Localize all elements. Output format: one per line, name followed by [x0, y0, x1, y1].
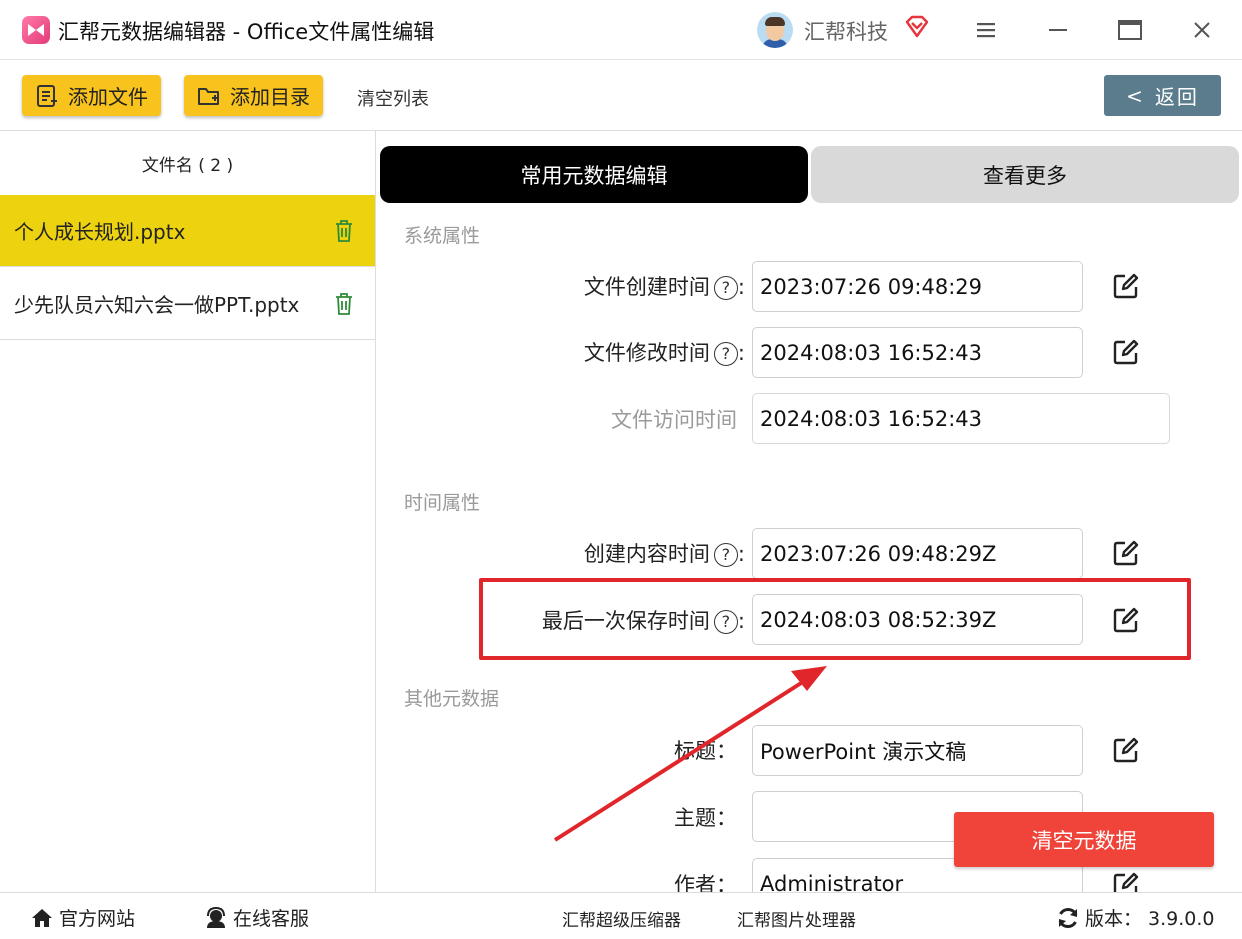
status-bar: 官方网站 在线客服 汇帮超级压缩器 汇帮图片处理器 版本： 3.9.0.0	[0, 892, 1242, 939]
file-name: 少先队员六知六会一做PPT.pptx	[14, 293, 300, 317]
edit-icon[interactable]	[1112, 338, 1140, 366]
help-icon[interactable]: ?	[713, 276, 738, 300]
edit-icon[interactable]	[1112, 539, 1140, 567]
back-label: 返回	[1154, 85, 1199, 109]
file-list-item[interactable]: 少先队员六知六会一做PPT.pptx	[0, 268, 375, 340]
refresh-icon	[1058, 907, 1078, 928]
help-icon[interactable]: ?	[713, 342, 738, 366]
add-folder-icon	[198, 87, 219, 105]
author-label: 作者：	[674, 873, 737, 892]
vip-diamond-icon[interactable]	[904, 14, 930, 40]
trash-icon[interactable]	[333, 292, 355, 316]
clear-metadata-button[interactable]: 清空元数据	[954, 812, 1214, 867]
add-file-label: 添加文件	[68, 85, 148, 109]
tab-view-more[interactable]: 查看更多	[811, 146, 1239, 203]
compressor-link[interactable]: 汇帮超级压缩器	[562, 906, 681, 931]
official-website-link[interactable]: 官方网站	[30, 904, 135, 931]
menu-icon[interactable]	[970, 14, 1002, 46]
brand-name[interactable]: 汇帮科技	[804, 16, 888, 46]
file-accessed-label: 文件访问时间	[611, 408, 737, 432]
maximize-icon[interactable]	[1114, 14, 1146, 46]
file-accessed-field: 2024:08:03 16:52:43	[752, 393, 1170, 444]
online-support-link[interactable]: 在线客服	[204, 904, 309, 931]
add-file-button[interactable]: 添加文件	[22, 75, 161, 116]
version-info[interactable]: 版本： 3.9.0.0	[1056, 904, 1215, 931]
file-modified-label: 文件修改时间?:	[583, 341, 745, 366]
home-icon	[32, 908, 52, 927]
app-logo-icon	[22, 16, 50, 44]
title-label: 标题：	[674, 739, 737, 763]
app-title: 汇帮元数据编辑器 - Office文件属性编辑	[58, 20, 435, 44]
edit-icon[interactable]	[1112, 736, 1140, 764]
last-saved-field[interactable]: 2024:08:03 08:52:39Z	[752, 594, 1083, 645]
trash-icon[interactable]	[333, 219, 355, 243]
last-saved-label: 最后一次保存时间?:	[541, 609, 745, 634]
file-modified-field[interactable]: 2024:08:03 16:52:43	[752, 327, 1083, 378]
edit-icon[interactable]	[1112, 606, 1140, 634]
tab-common-metadata[interactable]: 常用元数据编辑	[380, 146, 808, 203]
add-file-icon	[37, 84, 57, 107]
edit-icon[interactable]	[1112, 871, 1140, 892]
title-field[interactable]: PowerPoint 演示文稿	[752, 725, 1083, 776]
chevron-left-icon: <	[1126, 83, 1145, 108]
file-list-panel: 文件名 ( 2 ) 个人成长规划.pptx 少先队员六知六会一做PPT.pptx	[0, 131, 376, 892]
file-created-label: 文件创建时间?:	[583, 275, 745, 300]
add-directory-label: 添加目录	[230, 85, 310, 109]
help-icon[interactable]: ?	[713, 543, 738, 567]
section-other-metadata: 其他元数据	[404, 688, 500, 710]
content-created-label: 创建内容时间?:	[583, 542, 745, 567]
section-time-properties: 时间属性	[404, 492, 481, 514]
metadata-panel: 常用元数据编辑 查看更多 系统属性 文件创建时间?: 2023:07:26 09…	[377, 131, 1242, 892]
add-directory-button[interactable]: 添加目录	[184, 75, 323, 116]
content-created-field[interactable]: 2023:07:26 09:48:29Z	[752, 528, 1083, 579]
file-name: 个人成长规划.pptx	[14, 220, 186, 244]
clear-list-button[interactable]: 清空列表	[357, 85, 429, 111]
headset-icon	[207, 906, 225, 928]
user-avatar[interactable]	[757, 12, 793, 48]
title-bar: 汇帮元数据编辑器 - Office文件属性编辑 汇帮科技	[0, 0, 1242, 60]
file-list-header: 文件名 ( 2 )	[141, 155, 234, 176]
subject-label: 主题：	[674, 806, 737, 830]
file-list-item[interactable]: 个人成长规划.pptx	[0, 195, 375, 267]
back-button[interactable]: < 返回	[1104, 75, 1221, 116]
section-system-properties: 系统属性	[404, 225, 481, 247]
minimize-icon[interactable]	[1042, 14, 1074, 46]
help-icon[interactable]: ?	[713, 610, 738, 634]
annotation-arrow	[553, 666, 827, 842]
toolbar: 添加文件 添加目录 清空列表 < 返回	[0, 60, 1242, 131]
image-processor-link[interactable]: 汇帮图片处理器	[737, 906, 856, 931]
close-icon[interactable]	[1186, 14, 1218, 46]
edit-icon[interactable]	[1112, 272, 1140, 300]
file-created-field[interactable]: 2023:07:26 09:48:29	[752, 261, 1083, 312]
